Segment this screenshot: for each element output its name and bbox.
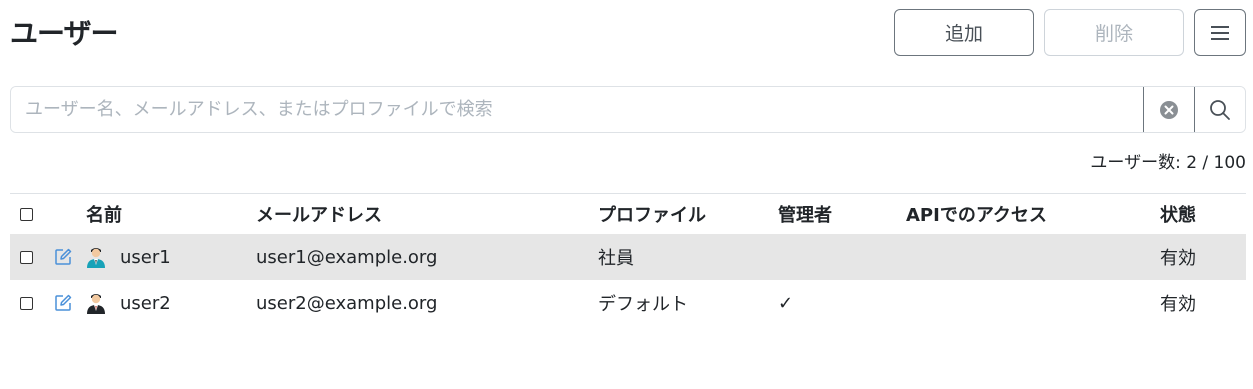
select-all-checkbox[interactable] xyxy=(20,194,33,234)
user-table: 名前 メールアドレス プロファイル 管理者 APIでのアクセス 状態 user1… xyxy=(10,193,1246,326)
table-row[interactable]: user2 user2@example.org デフォルト ✓ 有効 xyxy=(10,280,1246,326)
clear-icon xyxy=(1160,100,1178,119)
row-checkbox[interactable] xyxy=(20,234,33,280)
edit-icon xyxy=(55,248,72,265)
user-name: user1 xyxy=(120,246,171,268)
column-header-admin[interactable]: 管理者 xyxy=(778,194,832,234)
user-avatar-icon xyxy=(87,248,105,268)
edit-button[interactable] xyxy=(54,280,72,326)
edit-icon xyxy=(55,294,72,311)
user-name-cell: user2 xyxy=(86,280,171,326)
user-count: ユーザー数: 2 / 100 xyxy=(1090,153,1246,173)
row-checkbox[interactable] xyxy=(20,280,33,326)
admin-checkmark-cell: ✓ xyxy=(778,292,794,314)
page-title: ユーザー xyxy=(10,17,118,50)
add-button[interactable]: 追加 xyxy=(894,9,1034,56)
menu-icon xyxy=(1211,22,1229,44)
edit-button[interactable] xyxy=(54,234,72,280)
menu-button[interactable] xyxy=(1194,9,1246,56)
status-cell: 有効 xyxy=(1160,248,1196,269)
user-name: user2 xyxy=(120,292,171,314)
search-button[interactable] xyxy=(1194,87,1245,132)
email-cell: user1@example.org xyxy=(256,246,438,268)
user-name-cell: user1 xyxy=(86,234,171,280)
profile-cell: 社員 xyxy=(598,248,634,269)
clear-search-button[interactable] xyxy=(1143,87,1194,132)
table-row[interactable]: user1 user1@example.org 社員 有効 xyxy=(10,234,1246,280)
profile-cell: デフォルト xyxy=(598,294,688,315)
status-cell: 有効 xyxy=(1160,294,1196,315)
search-icon xyxy=(1210,99,1230,120)
delete-button[interactable]: 削除 xyxy=(1044,9,1184,56)
table-header-row: 名前 メールアドレス プロファイル 管理者 APIでのアクセス 状態 xyxy=(10,194,1246,234)
search-input[interactable] xyxy=(11,87,1143,132)
user-avatar-icon xyxy=(87,294,105,314)
column-header-name[interactable]: 名前 xyxy=(86,194,122,234)
email-cell: user2@example.org xyxy=(256,292,438,314)
column-header-email[interactable]: メールアドレス xyxy=(256,194,382,234)
column-header-status[interactable]: 状態 xyxy=(1160,194,1196,234)
search-bar xyxy=(10,86,1246,133)
column-header-profile[interactable]: プロファイル xyxy=(598,194,706,234)
column-header-api[interactable]: APIでのアクセス xyxy=(906,194,1047,234)
